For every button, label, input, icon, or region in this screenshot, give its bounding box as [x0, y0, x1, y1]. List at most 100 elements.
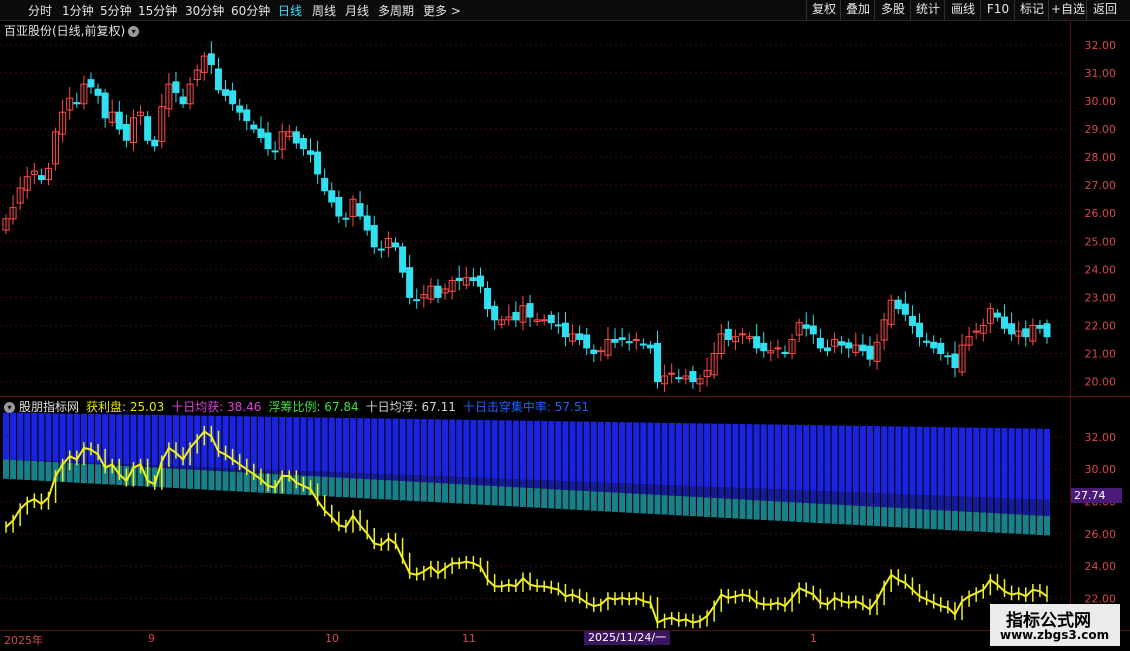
toolbar-button[interactable]: +自选	[1048, 0, 1087, 20]
chip-bar-bottom	[215, 471, 221, 490]
chip-bar-bottom	[350, 478, 356, 497]
chip-bar-top	[817, 425, 823, 491]
candle-body	[215, 69, 221, 90]
chip-bar-top	[739, 424, 745, 488]
candle-body	[626, 342, 632, 343]
chip-bar-top	[350, 418, 356, 473]
chip-bar-mid	[747, 488, 753, 500]
chip-bar-bottom	[223, 471, 229, 490]
chip-bar-mid	[492, 478, 498, 486]
chip-bar-top	[485, 420, 491, 478]
chip-bar-mid	[407, 475, 413, 481]
chip-bar-bottom	[881, 507, 887, 526]
chip-bar-top	[768, 424, 774, 489]
period-tab[interactable]: 1分钟	[62, 2, 94, 19]
period-tab[interactable]: 60分钟	[231, 2, 270, 19]
toolbar-button[interactable]: 叠加	[840, 0, 875, 20]
candlestick-chart[interactable]: 32.0031.0030.0029.0028.0027.0026.0025.00…	[0, 20, 1122, 396]
chip-bar-mid	[754, 489, 760, 501]
candle-body	[258, 129, 264, 137]
period-tab[interactable]: 15分钟	[138, 2, 177, 19]
chip-bar-bottom	[421, 482, 427, 501]
chip-bar-top	[669, 423, 675, 485]
chip-bar-top	[456, 420, 462, 477]
chip-bar-top	[1009, 428, 1015, 498]
toolbar-button[interactable]: F10	[980, 0, 1015, 20]
chip-bar-top	[824, 425, 830, 491]
chip-bar-bottom	[945, 511, 951, 530]
chip-bar-top	[789, 425, 795, 490]
chip-bar-mid	[187, 467, 193, 470]
chip-bar-bottom	[662, 495, 668, 514]
chip-bar-mid	[499, 479, 505, 487]
toolbar-button[interactable]: 返回	[1086, 0, 1123, 20]
chip-bar-top	[357, 418, 363, 473]
period-tab[interactable]: 月线	[345, 2, 369, 19]
chip-bar-mid	[428, 476, 434, 483]
chip-bar-mid	[902, 494, 908, 508]
chip-bar-top	[924, 427, 930, 495]
toolbar-button[interactable]: 多股	[874, 0, 911, 20]
candle-body	[994, 313, 1000, 317]
period-tab[interactable]: 日线	[278, 2, 302, 19]
price-tick: 31.00	[1085, 67, 1117, 80]
indicator-chart[interactable]: 32.0030.0028.0026.0024.0022.00	[0, 397, 1122, 630]
right-panel-text	[1122, 24, 1130, 374]
chip-bar-top	[279, 417, 285, 470]
period-tab[interactable]: 30分钟	[185, 2, 224, 19]
chip-bar-top	[577, 422, 583, 482]
chip-bar-mid	[924, 495, 930, 509]
period-tab[interactable]: 分时	[28, 2, 52, 19]
chip-bar-bottom	[456, 484, 462, 503]
chip-bar-mid	[1009, 498, 1015, 514]
period-tab[interactable]: 多周期	[378, 2, 414, 19]
candle-body	[88, 80, 94, 87]
chip-bar-top	[683, 423, 689, 486]
chip-bar-top	[888, 426, 894, 493]
chip-bar-mid	[180, 466, 186, 469]
chip-bar-top	[286, 417, 292, 470]
period-tab[interactable]: 周线	[312, 2, 336, 19]
toolbar-button[interactable]: 统计	[910, 0, 945, 20]
chip-bar-mid	[1002, 498, 1008, 513]
chip-bar-top	[952, 427, 958, 496]
candle-body	[591, 350, 597, 353]
indicator-tick: 32.00	[1085, 431, 1117, 444]
chip-bar-mid	[562, 481, 568, 490]
chip-bar-top	[725, 424, 731, 488]
chip-bar-mid	[647, 484, 653, 494]
period-tab[interactable]: 5分钟	[100, 2, 132, 19]
chip-bar-mid	[669, 485, 675, 495]
chip-bar-bottom	[994, 513, 1000, 532]
chip-bar-top	[775, 425, 781, 490]
chip-bar-bottom	[697, 497, 703, 516]
chip-bar-bottom	[562, 490, 568, 509]
chip-bar-bottom	[1009, 514, 1015, 533]
toolbar-button[interactable]: 画线	[944, 0, 981, 20]
chip-bar-bottom	[463, 484, 469, 503]
chip-bar-top	[598, 422, 604, 483]
toolbar-button[interactable]: 复权	[806, 0, 841, 20]
chip-bar-mid	[959, 497, 965, 512]
toolbar-button[interactable]: 标记	[1014, 0, 1049, 20]
candle-body	[1002, 317, 1008, 328]
chip-bar-mid	[555, 481, 561, 490]
chip-bar-top	[400, 419, 406, 475]
chip-bar-top	[718, 424, 724, 487]
chip-bar-bottom	[499, 486, 505, 505]
period-tab[interactable]: 更多 >	[423, 2, 461, 19]
candle-body	[513, 313, 519, 320]
chip-bar-bottom	[385, 480, 391, 499]
chip-bar-bottom	[598, 492, 604, 511]
candle-body	[541, 320, 547, 321]
candle-body	[739, 334, 745, 335]
candle-body	[95, 89, 101, 95]
chip-bar-mid	[350, 473, 356, 478]
chip-bar-mid	[392, 475, 398, 481]
chip-bar-bottom	[17, 460, 23, 479]
candle-body	[902, 304, 908, 314]
chip-bar-mid	[194, 467, 200, 470]
chip-bar-bottom	[1030, 515, 1036, 534]
chip-bar-mid	[152, 465, 158, 467]
chip-bar-top	[145, 415, 151, 465]
